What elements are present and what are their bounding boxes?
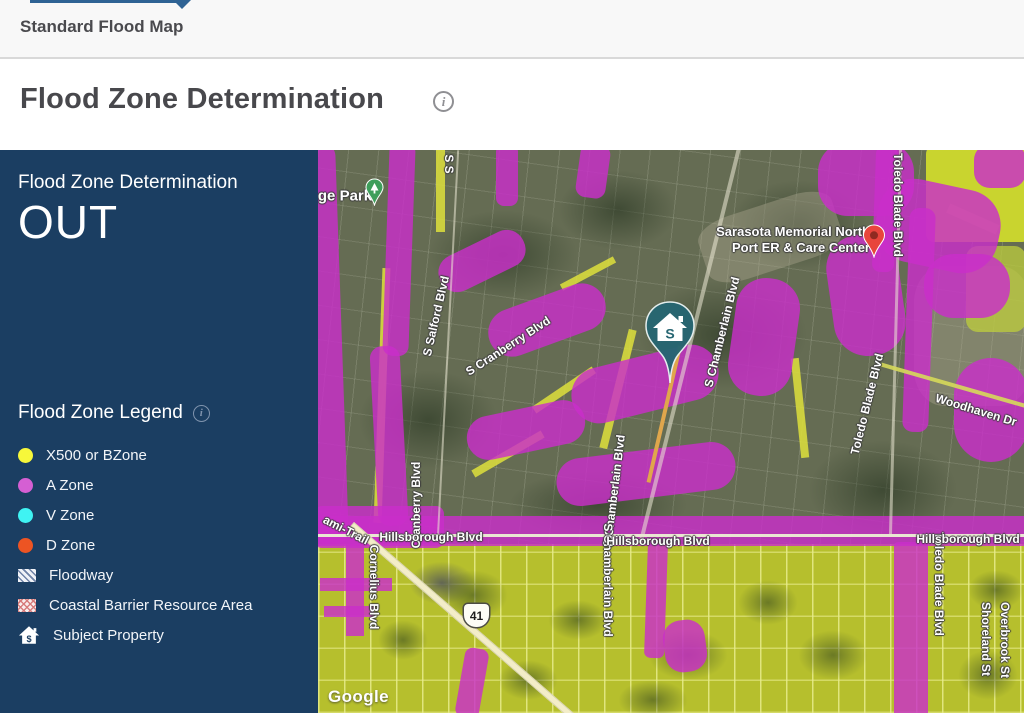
- caret-down-icon: [173, 0, 191, 9]
- a-zone-overlay: [974, 150, 1024, 188]
- hospital-pin[interactable]: [862, 224, 886, 263]
- legend-item-a-zone: A Zone: [18, 470, 300, 500]
- vegetation-patch: [968, 570, 1024, 610]
- street-label-salford-partial: S S: [442, 154, 456, 173]
- street-label-overbrook: Overbrook St: [998, 602, 1012, 678]
- legend-item-floodway: Floodway: [18, 560, 300, 590]
- breadcrumb[interactable]: Standard Flood Map: [20, 17, 183, 37]
- subject-property-pin[interactable]: S: [643, 300, 697, 391]
- street-label-toledo-3: Toledo Blade Blvd: [932, 532, 946, 636]
- legend-item-d-zone: D Zone: [18, 530, 300, 560]
- flood-zone-legend: X500 or BZone A Zone V Zone D Zone Flood…: [18, 440, 300, 650]
- a-zone-overlay: [496, 150, 518, 206]
- route-41-label: 41: [470, 609, 483, 623]
- vegetation-patch: [618, 680, 688, 713]
- vegetation-patch: [738, 580, 798, 625]
- v-zone-dot: [18, 508, 33, 523]
- active-tab-underline: [30, 0, 176, 3]
- street-label-hillsborough-1: Hillsborough Blvd: [379, 530, 482, 544]
- legend-label: Coastal Barrier Resource Area: [49, 597, 252, 614]
- legend-label: V Zone: [46, 507, 94, 524]
- a-zone-overlay: [924, 254, 1010, 318]
- main-content: Flood Zone Determination OUT Flood Zone …: [0, 150, 1024, 713]
- floodway-hatch-swatch: [18, 569, 36, 582]
- title-band: Flood Zone Determination i: [0, 59, 1024, 150]
- hospital-label: Sarasota Memorial North Port ER & Care C…: [710, 224, 870, 257]
- a-zone-overlay: [894, 542, 928, 713]
- legend-item-subject-property: $ Subject Property: [18, 620, 300, 650]
- google-attribution[interactable]: Google: [328, 687, 389, 707]
- coastal-barrier-hatch-swatch: [18, 599, 36, 612]
- a-zone-overlay: [320, 578, 392, 591]
- determination-value: OUT: [18, 198, 300, 246]
- vegetation-patch: [378, 620, 428, 660]
- legend-info-icon[interactable]: i: [193, 405, 210, 422]
- legend-label: X500 or BZone: [46, 447, 147, 464]
- legend-item-coastal-barrier: Coastal Barrier Resource Area: [18, 590, 300, 620]
- hospital-label-line2: Port ER & Care Center: [710, 240, 870, 256]
- legend-title: Flood Zone Legend: [18, 402, 183, 424]
- legend-label: D Zone: [46, 537, 95, 554]
- route-41-shield: 41: [464, 604, 489, 627]
- info-icon[interactable]: i: [433, 91, 454, 112]
- park-label: ge Park: [318, 188, 372, 205]
- street-label-shoreland: Shoreland St: [979, 602, 993, 676]
- subject-pin-glyph: S: [665, 326, 674, 342]
- top-bar: Standard Flood Map: [0, 0, 1024, 59]
- d-zone-dot: [18, 538, 33, 553]
- legend-item-x500: X500 or BZone: [18, 440, 300, 470]
- flood-map-page: Standard Flood Map Flood Zone Determinat…: [0, 0, 1024, 713]
- legend-item-v-zone: V Zone: [18, 500, 300, 530]
- legend-label: Floodway: [49, 567, 113, 584]
- hospital-label-line1: Sarasota Memorial North: [710, 224, 870, 240]
- vegetation-patch: [798, 630, 868, 680]
- vegetation-patch: [548, 600, 608, 640]
- flood-determination-panel: Flood Zone Determination OUT Flood Zone …: [0, 150, 318, 713]
- legend-header: Flood Zone Legend i: [18, 402, 300, 424]
- street-label-toledo-1: Toledo Blade Blvd: [891, 153, 905, 257]
- determination-label: Flood Zone Determination: [18, 172, 300, 194]
- street-label-hillsborough-3: Hillsborough Blvd: [916, 532, 1019, 546]
- flood-map[interactable]: ge Park S S S Salford Blvd S Cranberry B…: [318, 150, 1024, 713]
- page-title: Flood Zone Determination: [20, 83, 384, 116]
- dollar-glyph: $: [26, 634, 31, 644]
- house-dollar-icon: $: [18, 625, 40, 645]
- x500-zone-dot: [18, 448, 33, 463]
- legend-label: A Zone: [46, 477, 94, 494]
- a-zone-dot: [18, 478, 33, 493]
- park-pin[interactable]: [365, 178, 384, 211]
- legend-label: Subject Property: [53, 627, 164, 644]
- street-label-hillsborough-2: Hillsborough Blvd: [606, 534, 709, 548]
- street-label-cornelius: Cornelius Blvd: [367, 545, 381, 630]
